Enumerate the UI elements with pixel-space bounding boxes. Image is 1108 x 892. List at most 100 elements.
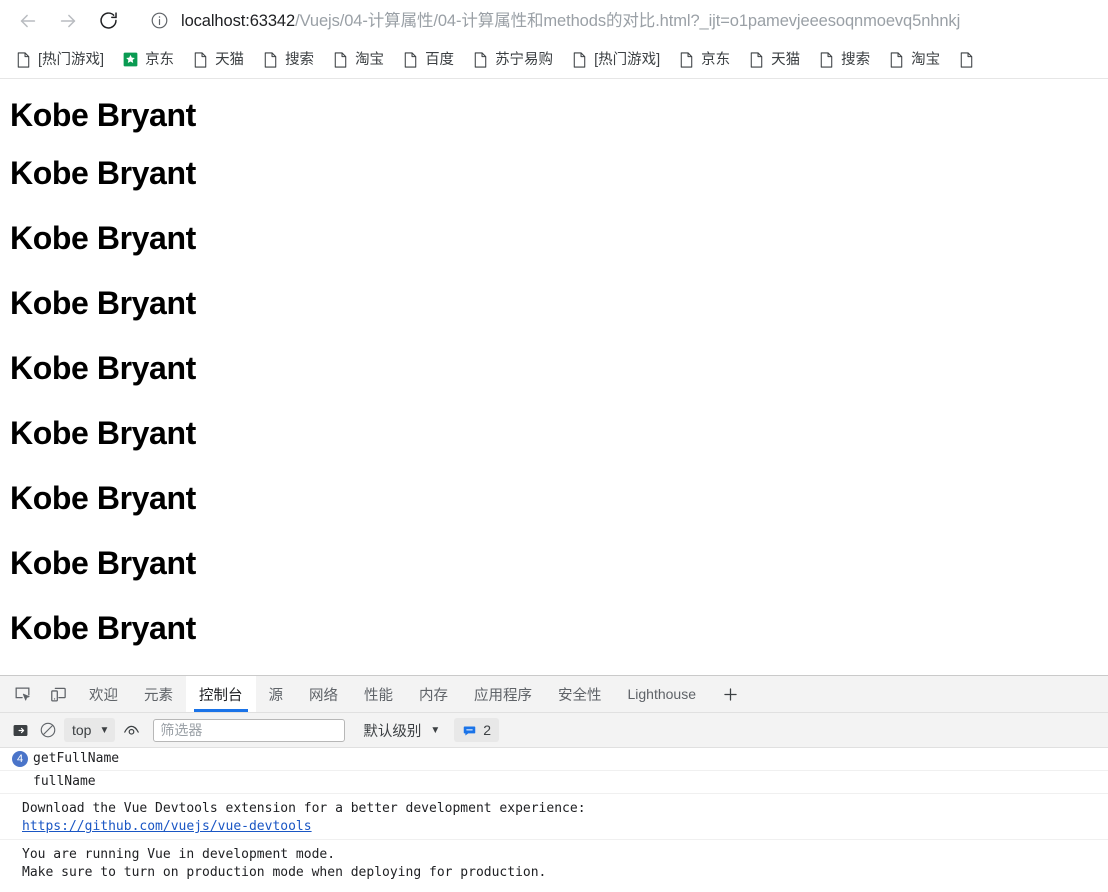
live-expression-icon[interactable] bbox=[117, 717, 145, 743]
devtools-tab-7[interactable]: 应用程序 bbox=[461, 676, 545, 712]
devtools-tab-label: 控制台 bbox=[199, 687, 243, 704]
devtools-panel-wrapper: 欢迎 元素 控制台 源 网络 性能 内存 应用程序 安全性 Lighthouse t… bbox=[0, 675, 1108, 892]
chevron-down-icon: ▼ bbox=[99, 724, 110, 736]
bookmark-item[interactable]: 淘宝 bbox=[879, 46, 949, 74]
reload-button[interactable] bbox=[88, 4, 128, 38]
add-panel-button[interactable] bbox=[709, 676, 751, 712]
bookmark-label: [热门游戏] bbox=[594, 51, 661, 68]
page-heading: Kobe Bryant bbox=[10, 97, 196, 133]
inspect-element-icon[interactable] bbox=[4, 676, 40, 712]
console-message-row[interactable]: fullName bbox=[0, 771, 1108, 794]
page-icon bbox=[958, 51, 974, 68]
page-icon bbox=[192, 51, 208, 68]
log-level-selector[interactable]: 默认级别 ▼ bbox=[355, 718, 444, 742]
console-sidebar-icon[interactable] bbox=[6, 717, 34, 743]
console-message-row[interactable]: Download the Vue Devtools extension for … bbox=[0, 794, 1108, 840]
devtools-tab-label: 欢迎 bbox=[89, 687, 118, 704]
page-heading: Kobe Bryant bbox=[10, 350, 196, 386]
bookmark-item[interactable]: 天猫 bbox=[739, 46, 809, 74]
page-icon bbox=[748, 51, 764, 68]
devtools-tab-1[interactable]: 元素 bbox=[131, 676, 186, 712]
devtools-tab-5[interactable]: 性能 bbox=[351, 676, 406, 712]
devtools-tab-6[interactable]: 内存 bbox=[406, 676, 461, 712]
bookmark-item[interactable]: 搜索 bbox=[809, 46, 879, 74]
bookmark-item[interactable]: 天猫 bbox=[183, 46, 253, 74]
browser-window: localhost:63342/Vuejs/04-计算属性/04-计算属性和me… bbox=[0, 0, 1108, 892]
page-heading: Kobe Bryant bbox=[10, 220, 196, 256]
bookmark-item[interactable]: [热门游戏] bbox=[562, 46, 669, 74]
devtools-tab-label: 元素 bbox=[144, 687, 173, 704]
message-bubble-icon bbox=[462, 723, 477, 738]
bookmark-item[interactable] bbox=[949, 46, 990, 74]
page-heading: Kobe Bryant bbox=[10, 155, 196, 191]
devtools-tab-label: 应用程序 bbox=[474, 687, 532, 704]
console-output[interactable]: 4 getFullName fullName Download the Vue Dev… bbox=[0, 748, 1108, 892]
browser-chrome: localhost:63342/Vuejs/04-计算属性/04-计算属性和me… bbox=[0, 0, 1108, 79]
message-count-badge[interactable]: 2 bbox=[454, 718, 500, 742]
devtools-tab-8[interactable]: 安全性 bbox=[545, 676, 615, 712]
devtools-tab-2[interactable]: 控制台 bbox=[186, 676, 256, 712]
page-heading: Kobe Bryant bbox=[10, 610, 196, 646]
bookmark-label: 京东 bbox=[701, 51, 731, 68]
forward-button[interactable] bbox=[48, 4, 88, 38]
bookmarks-bar: [热门游戏] 京东 天猫 搜索 淘宝 百度 苏宁易购 [热门游戏] 京东 天猫 搜索 淘宝 bbox=[0, 41, 1108, 79]
clear-console-icon[interactable] bbox=[34, 717, 62, 743]
page-icon bbox=[15, 51, 31, 68]
bookmark-item[interactable]: 京东 bbox=[669, 46, 739, 74]
url-path: /Vuejs/04-计算属性/04-计算属性和methods的对比.html?_… bbox=[295, 11, 961, 30]
bookmark-item[interactable]: 苏宁易购 bbox=[463, 46, 562, 74]
page-icon bbox=[818, 51, 834, 68]
bookmark-label: 百度 bbox=[425, 51, 455, 68]
page-icon bbox=[678, 51, 694, 68]
bookmark-item[interactable]: 百度 bbox=[393, 46, 463, 74]
back-button[interactable] bbox=[8, 4, 48, 38]
console-repeat-count-badge: 4 bbox=[12, 751, 28, 767]
devtools-tab-9[interactable]: Lighthouse bbox=[615, 676, 710, 712]
devtools-tab-label: 网络 bbox=[309, 687, 338, 704]
console-message-row[interactable]: You are running Vue in development mode.… bbox=[0, 840, 1108, 885]
devtools-tab-label: 源 bbox=[268, 687, 284, 704]
bookmark-item[interactable]: 搜索 bbox=[253, 46, 323, 74]
bookmark-label: 搜索 bbox=[841, 51, 871, 68]
devtools-tab-label: 安全性 bbox=[558, 687, 602, 704]
bookmark-label: 淘宝 bbox=[355, 51, 385, 68]
page-icon bbox=[888, 51, 904, 68]
page-content-viewport: Kobe Bryant Kobe Bryant Kobe Bryant Kobe Br… bbox=[0, 79, 1108, 675]
devtools-tab-3[interactable]: 源 bbox=[256, 676, 297, 712]
page-icon bbox=[571, 51, 587, 68]
devtools-tab-4[interactable]: 网络 bbox=[296, 676, 351, 712]
devtools-tabbar: 欢迎 元素 控制台 源 网络 性能 内存 应用程序 安全性 Lighthouse bbox=[0, 676, 1108, 713]
console-message-link[interactable]: https://github.com/vuejs/vue-devtools bbox=[22, 818, 586, 836]
devtools-tab-0[interactable]: 欢迎 bbox=[76, 676, 131, 712]
page-heading: Kobe Bryant bbox=[10, 480, 196, 516]
info-circle-icon[interactable] bbox=[150, 11, 169, 30]
bookmark-item[interactable]: [热门游戏] bbox=[6, 46, 113, 74]
execution-context-label: top bbox=[72, 722, 92, 738]
bookmark-item[interactable]: 京东 bbox=[113, 46, 183, 74]
chevron-down-icon: ▼ bbox=[430, 724, 441, 736]
log-level-label: 默认级别 bbox=[363, 723, 422, 740]
url-host: localhost:63342 bbox=[181, 11, 296, 30]
devtools-panel: 欢迎 元素 控制台 源 网络 性能 内存 应用程序 安全性 Lighthouse t… bbox=[0, 675, 1108, 892]
console-toolbar: top ▼ 默认级别 ▼ bbox=[0, 713, 1108, 748]
address-bar[interactable]: localhost:63342/Vuejs/04-计算属性/04-计算属性和me… bbox=[136, 3, 1094, 38]
console-message-text: You are running Vue in development mode. bbox=[22, 847, 336, 862]
page-heading: Kobe Bryant bbox=[10, 285, 196, 321]
bookmark-label: 京东 bbox=[145, 51, 175, 68]
execution-context-selector[interactable]: top ▼ bbox=[64, 718, 116, 742]
bookmark-label: 淘宝 bbox=[911, 51, 941, 68]
console-message-row[interactable]: 4 getFullName bbox=[0, 748, 1108, 771]
device-toolbar-icon[interactable] bbox=[40, 676, 76, 712]
bookmark-item[interactable]: 淘宝 bbox=[323, 46, 393, 74]
bookmark-label: 搜索 bbox=[285, 51, 315, 68]
bookmark-label: 苏宁易购 bbox=[495, 51, 554, 68]
bookmark-label: 天猫 bbox=[771, 51, 801, 68]
page-icon bbox=[262, 51, 278, 68]
devtools-tab-label: 内存 bbox=[419, 687, 448, 704]
console-message-text: fullName bbox=[33, 774, 96, 789]
page-heading: Kobe Bryant bbox=[10, 545, 196, 581]
devtools-tab-label: 性能 bbox=[364, 687, 393, 704]
bookmark-label: [热门游戏] bbox=[38, 51, 105, 68]
navigation-toolbar: localhost:63342/Vuejs/04-计算属性/04-计算属性和me… bbox=[0, 0, 1108, 41]
console-filter-input[interactable] bbox=[153, 718, 346, 742]
